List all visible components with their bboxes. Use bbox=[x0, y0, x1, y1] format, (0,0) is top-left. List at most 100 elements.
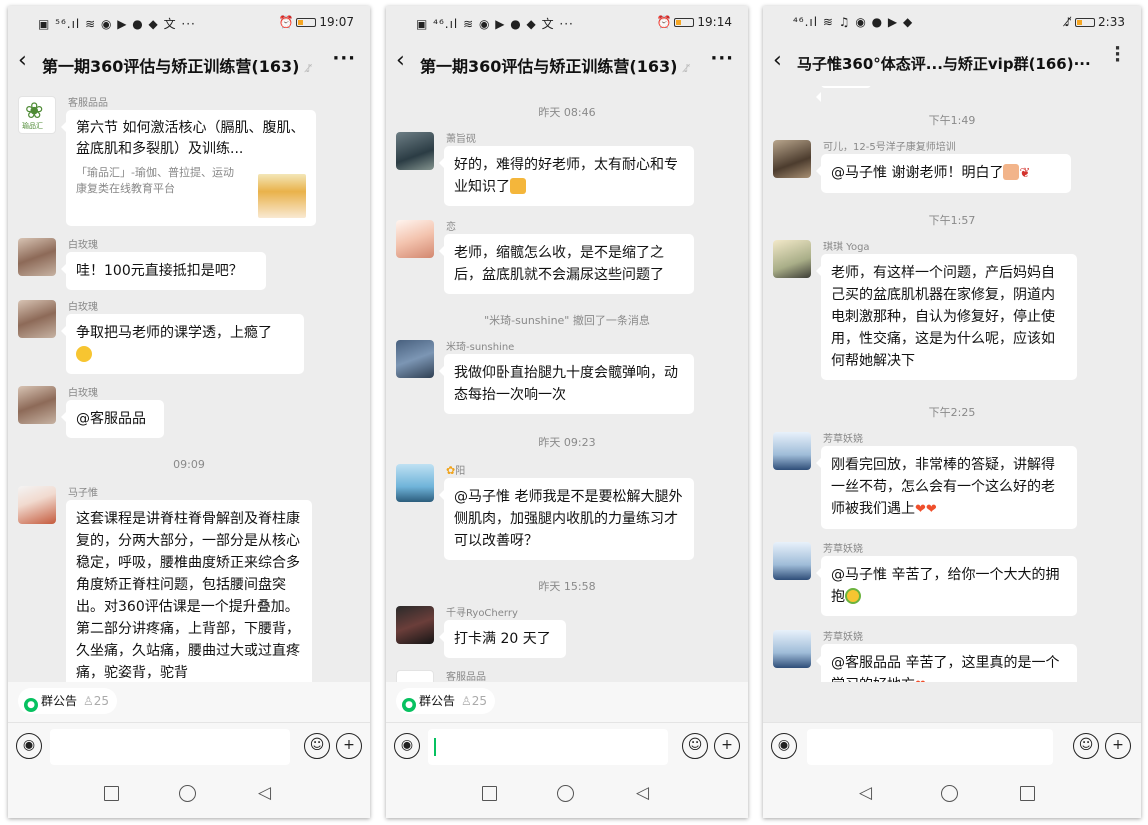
avatar[interactable] bbox=[396, 220, 434, 258]
recents-icon[interactable] bbox=[104, 786, 119, 801]
praying-hands-emoji-icon bbox=[1003, 164, 1020, 180]
recents-icon[interactable] bbox=[1020, 786, 1035, 801]
emoji-icon[interactable]: ☺ bbox=[682, 733, 708, 759]
back-nav-icon[interactable]: ◁ bbox=[636, 783, 649, 803]
back-nav-icon[interactable]: ◁ bbox=[859, 783, 872, 803]
more-icon[interactable]: ··· bbox=[332, 48, 356, 69]
status-icons: ▣ ⁵⁶.ıl ≋ ◉ ▶ ● ◆ 文 ··· bbox=[38, 17, 196, 31]
back-icon[interactable]: ‹ bbox=[396, 48, 405, 73]
notice-icon: ● bbox=[402, 698, 416, 712]
message-bubble[interactable]: 哇！100元直接抵扣是吧？ bbox=[61, 252, 266, 290]
message-bubble[interactable]: 打卡满 20 天了 bbox=[439, 620, 566, 658]
home-icon[interactable] bbox=[941, 785, 958, 802]
system-nav-bar: ◁ bbox=[386, 770, 748, 818]
mute-icon: ♪̸ bbox=[683, 62, 691, 75]
sender-name: 白玫瑰 bbox=[68, 302, 98, 313]
notice-count: 25 bbox=[93, 694, 110, 708]
phone-screen-2: ▣ ⁴⁶.ıl ≋ ◉ ▶ ● ◆ 文 ··· ⏰ 19:14 ‹ 第一期360评… bbox=[386, 6, 748, 818]
sender-name: 米琦-sunshine bbox=[446, 342, 515, 353]
back-icon[interactable]: ‹ bbox=[18, 48, 27, 73]
card-description: 「瑜品汇」-瑜伽、普拉提、运动康复类在线教育平台 bbox=[76, 166, 234, 195]
input-bar: ◉ ☺ + bbox=[8, 722, 370, 770]
message-input[interactable] bbox=[807, 729, 1053, 765]
timestamp: 下午2:25 bbox=[928, 406, 976, 419]
avatar[interactable]: ❀ 瑜品汇 bbox=[18, 96, 56, 134]
message-bubble[interactable]: @客服品品 bbox=[61, 400, 164, 438]
message-list[interactable]: ❀ 瑜品汇 客服品品 第六节 如何激活核心（膈肌、腹肌、盆底肌和多裂肌）及训练..… bbox=[8, 86, 370, 682]
message-bubble[interactable]: @客服品品 辛苦了，这里真的是一个学习的好地方❤ bbox=[816, 644, 1077, 682]
message-list[interactable]: 昨天 08:46 萧旨砚 好的，难得的好老师，太有耐心和专业知识了 恋 老师，缩… bbox=[386, 86, 748, 682]
message-bubble[interactable]: @马子惟 老师我是不是要松解大腿外侧肌肉，加强腿内收肌的力量练习才可以改善呀？ bbox=[439, 478, 694, 560]
avatar[interactable] bbox=[18, 386, 56, 424]
group-notice-button[interactable]: ● 群公告 ♙25 bbox=[396, 688, 496, 714]
sender-name: 白玫瑰 bbox=[68, 388, 98, 399]
avatar[interactable] bbox=[773, 240, 811, 278]
avatar[interactable] bbox=[773, 542, 811, 580]
member-icon: ♙ bbox=[461, 694, 472, 708]
avatar[interactable] bbox=[396, 606, 434, 644]
sender-name: 马子惟 bbox=[68, 488, 98, 499]
status-time: 19:07 bbox=[319, 15, 354, 29]
home-icon[interactable] bbox=[179, 785, 196, 802]
home-icon[interactable] bbox=[557, 785, 574, 802]
status-bar: ▣ ⁴⁶.ıl ≋ ◉ ▶ ● ◆ 文 ··· ⏰ 19:14 bbox=[386, 6, 748, 40]
message-input[interactable] bbox=[50, 729, 290, 765]
avatar[interactable] bbox=[396, 340, 434, 378]
emoji-icon[interactable]: ☺ bbox=[304, 733, 330, 759]
back-icon[interactable]: ‹ bbox=[773, 48, 782, 73]
status-bar: ▣ ⁵⁶.ıl ≋ ◉ ▶ ● ◆ 文 ··· ⏰ 19:07 bbox=[8, 6, 370, 40]
voice-icon[interactable]: ◉ bbox=[16, 733, 42, 759]
more-vertical-icon[interactable]: · · · bbox=[1114, 40, 1121, 70]
link-card[interactable]: 第六节 如何激活核心（膈肌、腹肌、盆底肌和多裂肌）及训练... 「瑜品汇」-瑜伽… bbox=[61, 110, 316, 226]
avatar[interactable] bbox=[773, 432, 811, 470]
add-icon[interactable]: + bbox=[336, 733, 362, 759]
message-item: 白玫瑰 @客服品品 bbox=[16, 386, 362, 441]
avatar[interactable] bbox=[18, 300, 56, 338]
message-bubble[interactable]: @马子惟 谢谢老师！明白了 ❦ bbox=[816, 154, 1071, 193]
timestamp: 下午1:57 bbox=[928, 214, 976, 227]
message-bubble[interactable]: 好的，难得的好老师，太有耐心和专业知识了 bbox=[439, 146, 694, 206]
sender-name: 芳草妖娆 bbox=[823, 544, 863, 555]
recents-icon[interactable] bbox=[482, 786, 497, 801]
input-bar: ◉ ☺ + bbox=[386, 722, 748, 770]
message-bubble[interactable]: 我做仰卧直抬腿九十度会髋弹响，动态每抬一次响一次 bbox=[439, 354, 694, 414]
avatar[interactable] bbox=[18, 238, 56, 276]
message-item bbox=[771, 86, 1133, 102]
avatar[interactable] bbox=[773, 140, 811, 178]
avatar[interactable] bbox=[396, 464, 434, 502]
add-icon[interactable]: + bbox=[714, 733, 740, 759]
battery-icon bbox=[1075, 18, 1096, 27]
more-icon[interactable]: ··· bbox=[710, 48, 734, 69]
message-input[interactable] bbox=[428, 729, 668, 765]
message-bubble[interactable]: @马子惟 辛苦了，给你一个大大的拥抱 bbox=[816, 556, 1077, 616]
sender-name: 琪琪 Yoga bbox=[823, 242, 870, 253]
message-bubble[interactable]: 老师，有这样一个问题，产后妈妈自己买的盆底肌机器在家修复，阴道内电刺激那种，自认… bbox=[816, 254, 1077, 380]
avatar[interactable] bbox=[396, 670, 434, 682]
mute-icon: ♪̸ bbox=[305, 62, 313, 75]
back-nav-icon[interactable]: ◁ bbox=[258, 783, 271, 803]
message-bubble[interactable] bbox=[816, 86, 871, 102]
system-nav-bar: ◁ bbox=[8, 770, 370, 818]
phone-screen-1: ▣ ⁵⁶.ıl ≋ ◉ ▶ ● ◆ 文 ··· ⏰ 19:07 ‹ 第一期360评… bbox=[8, 6, 370, 818]
message-bubble[interactable]: 争取把马老师的课学透，上瘾了 bbox=[61, 314, 304, 374]
message-list[interactable]: 下午1:49 可儿，12-5号洋子康复师培训 @马子惟 谢谢老师！明白了 ❦ 下午… bbox=[763, 86, 1141, 682]
chat-title: 第一期360评估与矫正训练营(163) ♪̸ bbox=[420, 57, 691, 76]
card-thumbnail bbox=[258, 174, 306, 218]
avatar[interactable] bbox=[773, 630, 811, 668]
add-icon[interactable]: + bbox=[1105, 733, 1131, 759]
voice-icon[interactable]: ◉ bbox=[394, 733, 420, 759]
group-notice-button[interactable]: ● 群公告 ♙25 bbox=[18, 688, 118, 714]
sender-name: 客服品品 bbox=[68, 98, 108, 109]
emoji-icon[interactable]: ☺ bbox=[1073, 733, 1099, 759]
message-bubble[interactable]: 这套课程是讲脊柱脊骨解剖及脊柱康复的，分两大部分，一部分是从核心稳定，呼吸，腰椎… bbox=[66, 500, 312, 682]
voice-icon[interactable]: ◉ bbox=[771, 733, 797, 759]
chat-title: 马子惟360°体态评...与矫正vip群(166)··· bbox=[797, 55, 1091, 73]
sender-name: 萧旨砚 bbox=[446, 134, 476, 145]
avatar[interactable] bbox=[18, 486, 56, 524]
message-item: 萧旨砚 好的，难得的好老师，太有耐心和专业知识了 bbox=[394, 132, 740, 212]
avatar[interactable] bbox=[396, 132, 434, 170]
message-bubble[interactable]: 老师，缩髋怎么收，是不是缩了之后，盆底肌就不会漏尿这些问题了 bbox=[439, 234, 694, 294]
message-item: 千寻RyoCherry 打卡满 20 天了 bbox=[394, 606, 740, 661]
system-nav-bar: ◁ bbox=[763, 770, 1141, 818]
message-bubble[interactable]: 刚看完回放，非常棒的答疑，讲解得一丝不苟，怎么会有一个这么好的老师被我们遇上❤❤ bbox=[816, 446, 1077, 529]
